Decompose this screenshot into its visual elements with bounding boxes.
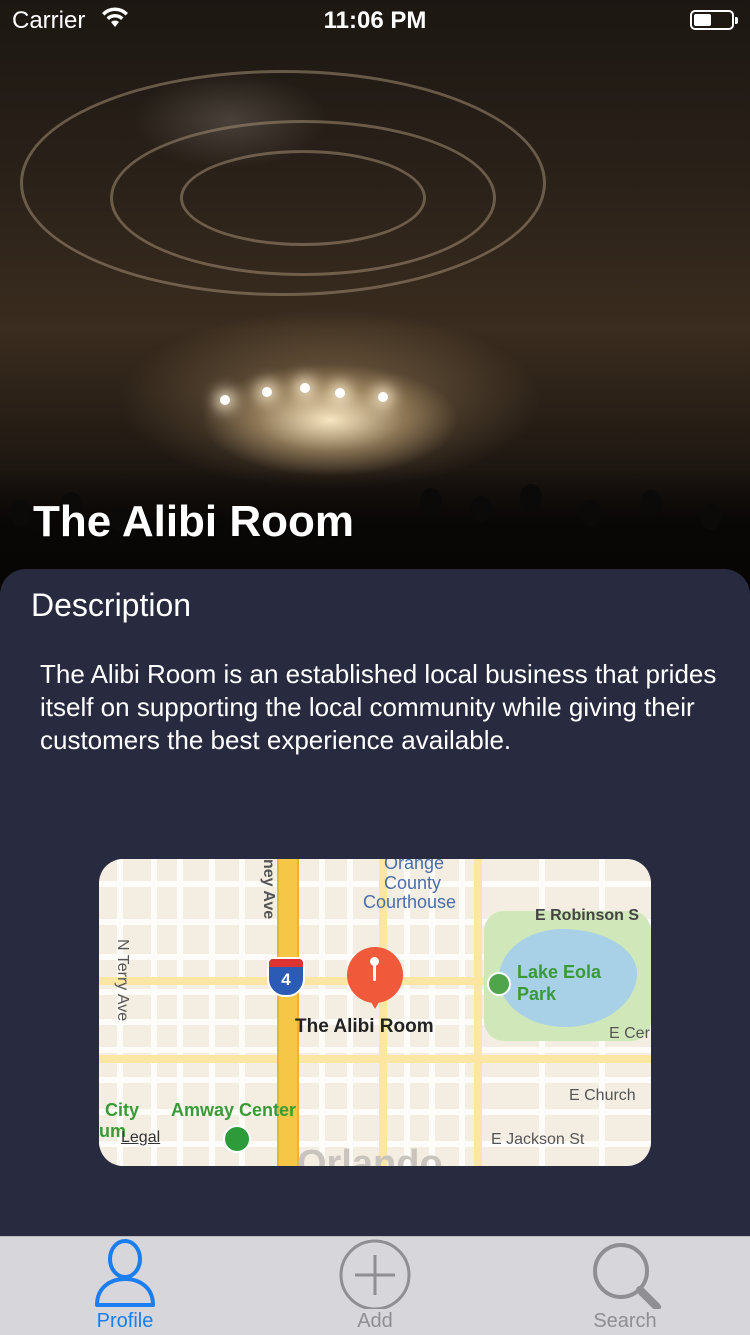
venue-title: The Alibi Room bbox=[33, 497, 355, 546]
map-label-lake[interactable]: Lake Eola bbox=[517, 962, 601, 983]
map-label-courthouse: Courthouse bbox=[363, 892, 457, 912]
stage-light bbox=[220, 395, 230, 405]
map-label-robinson: E Robinson S bbox=[535, 907, 639, 924]
tab-bar: Profile Add Search bbox=[0, 1236, 750, 1335]
stage-light bbox=[300, 383, 310, 393]
map-label-church: E Church bbox=[569, 1087, 636, 1104]
map-label-city: City bbox=[105, 1100, 140, 1120]
map-label-central: E Cer bbox=[609, 1025, 650, 1042]
map-legal-link[interactable]: Legal bbox=[121, 1129, 160, 1147]
map-label-courthouse: County bbox=[384, 873, 442, 893]
plus-circle-icon bbox=[339, 1239, 411, 1309]
description-text: The Alibi Room is an established local b… bbox=[40, 659, 717, 755]
location-map[interactable]: 4 Orange County Courthouse E Robinson S … bbox=[99, 859, 651, 1166]
park-icon bbox=[487, 972, 511, 996]
stage-light bbox=[262, 387, 272, 397]
arena-icon bbox=[223, 1125, 251, 1153]
tab-label: Search bbox=[593, 1310, 657, 1332]
tab-label: Add bbox=[357, 1310, 393, 1332]
map-label-lake[interactable]: Park bbox=[517, 984, 556, 1005]
tab-profile[interactable]: Profile bbox=[0, 1237, 250, 1335]
stage-truss-core bbox=[180, 150, 426, 246]
clock: 11:06 PM bbox=[323, 7, 427, 34]
description-heading: Description bbox=[31, 587, 192, 623]
stage-light bbox=[335, 388, 345, 398]
interstate-shield-icon: 4 bbox=[267, 957, 305, 997]
map-label-jackson: E Jackson St bbox=[491, 1131, 585, 1148]
map-label-ney: ney Ave bbox=[260, 859, 277, 920]
person-icon bbox=[95, 1239, 155, 1307]
map-pin-icon[interactable] bbox=[347, 947, 403, 1009]
map-label-courthouse: Orange bbox=[384, 859, 445, 873]
map-label-terry: N Terry Ave bbox=[114, 939, 131, 1022]
stage-light bbox=[378, 392, 388, 402]
details-card: Description The Alibi Room is an establi… bbox=[0, 569, 750, 1236]
tab-add[interactable]: Add bbox=[250, 1237, 500, 1335]
map-label-amway[interactable]: Amway Center bbox=[171, 1100, 296, 1121]
map-label-orlando: Orlando bbox=[297, 1143, 443, 1166]
map-pin-label: The Alibi Room bbox=[295, 1016, 434, 1037]
tab-label: Profile bbox=[96, 1310, 154, 1332]
tab-search[interactable]: Search bbox=[500, 1237, 750, 1335]
status-bar: Carrier 11:06 PM bbox=[0, 0, 750, 40]
battery-icon bbox=[690, 10, 738, 30]
magnifier-icon bbox=[593, 1243, 661, 1309]
